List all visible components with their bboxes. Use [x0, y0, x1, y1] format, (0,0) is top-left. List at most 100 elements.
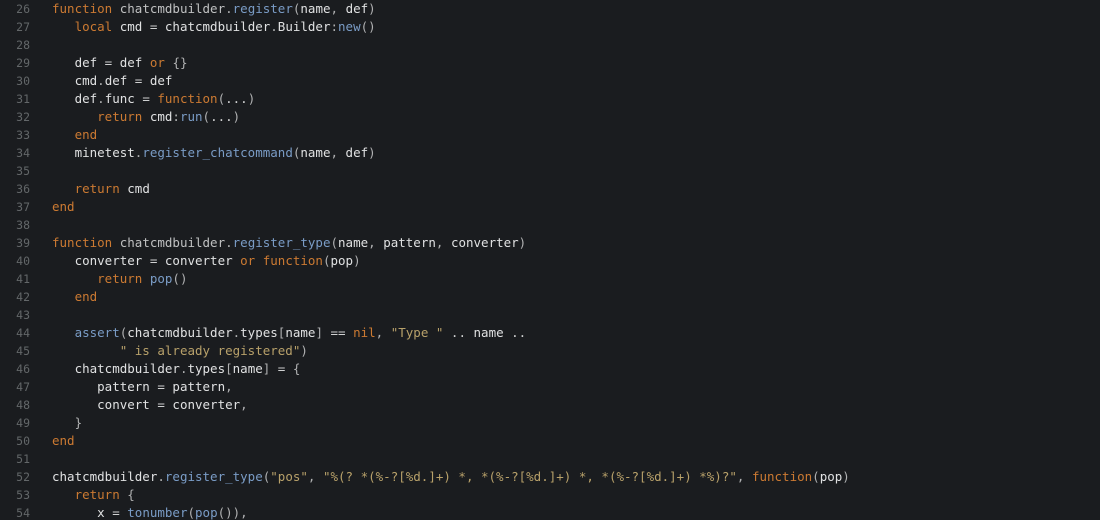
- code-token: [52, 181, 75, 196]
- code-token: def: [120, 55, 143, 70]
- line-number: 38: [0, 216, 40, 234]
- code-token: :: [172, 109, 180, 124]
- code-token: ),: [233, 505, 248, 520]
- code-line[interactable]: function chatcmdbuilder.register_type(na…: [52, 234, 1100, 252]
- line-number: 29: [0, 54, 40, 72]
- code-token: [: [225, 361, 233, 376]
- code-token: return: [97, 109, 142, 124]
- code-token: ..: [504, 325, 527, 340]
- code-token: function: [52, 235, 112, 250]
- code-line[interactable]: def.func = function(...): [52, 90, 1100, 108]
- code-line[interactable]: local cmd = chatcmdbuilder.Builder:new(): [52, 18, 1100, 36]
- code-line[interactable]: end: [52, 288, 1100, 306]
- code-token: pattern: [172, 379, 225, 394]
- code-line[interactable]: [52, 162, 1100, 180]
- code-line[interactable]: convert = converter,: [52, 396, 1100, 414]
- code-token: ==: [323, 325, 353, 340]
- code-token: name: [285, 325, 315, 340]
- code-token: (: [187, 505, 195, 520]
- code-line[interactable]: chatcmdbuilder.types[name] = {: [52, 360, 1100, 378]
- code-token: [112, 19, 120, 34]
- code-token: register_chatcommand: [142, 145, 293, 160]
- code-token: " is already registered": [120, 343, 301, 358]
- code-line[interactable]: return cmd: [52, 180, 1100, 198]
- code-token: [52, 109, 97, 124]
- code-token: function: [52, 1, 112, 16]
- code-token: local: [75, 19, 113, 34]
- code-line[interactable]: cmd.def = def: [52, 72, 1100, 90]
- code-line[interactable]: converter = converter or function(pop): [52, 252, 1100, 270]
- line-number: 51: [0, 450, 40, 468]
- code-token: name: [300, 1, 330, 16]
- code-token: ,: [308, 469, 323, 484]
- line-number: 49: [0, 414, 40, 432]
- line-number: 35: [0, 162, 40, 180]
- code-token: pop: [331, 253, 354, 268]
- code-token: ): [353, 253, 361, 268]
- code-token: =: [150, 379, 173, 394]
- code-token: def: [75, 91, 98, 106]
- code-token: (): [218, 505, 233, 520]
- code-line[interactable]: chatcmdbuilder.register_type("pos", "%(?…: [52, 468, 1100, 486]
- code-token: return: [75, 181, 120, 196]
- code-token: [52, 343, 120, 358]
- code-line[interactable]: " is already registered"): [52, 342, 1100, 360]
- code-token: [142, 109, 150, 124]
- code-token: ): [248, 91, 256, 106]
- code-line[interactable]: end: [52, 432, 1100, 450]
- code-token: converter: [165, 253, 233, 268]
- code-token: cmd: [120, 19, 143, 34]
- code-line[interactable]: pattern = pattern,: [52, 378, 1100, 396]
- code-line[interactable]: end: [52, 198, 1100, 216]
- code-token: pop: [820, 469, 843, 484]
- code-line[interactable]: }: [52, 414, 1100, 432]
- code-line[interactable]: end: [52, 126, 1100, 144]
- code-line[interactable]: assert(chatcmdbuilder.types[name] == nil…: [52, 324, 1100, 342]
- code-token: pop: [195, 505, 218, 520]
- code-token: ): [233, 109, 241, 124]
- code-token: function: [157, 91, 217, 106]
- code-line[interactable]: function chatcmdbuilder.register(name, d…: [52, 0, 1100, 18]
- line-number: 36: [0, 180, 40, 198]
- code-line[interactable]: return cmd:run(...): [52, 108, 1100, 126]
- line-number: 37: [0, 198, 40, 216]
- code-token: [52, 415, 75, 430]
- code-line[interactable]: x = tonumber(pop()),: [52, 504, 1100, 520]
- line-number: 26: [0, 0, 40, 18]
- code-line[interactable]: [52, 36, 1100, 54]
- code-token: tonumber: [127, 505, 187, 520]
- code-token: pattern: [383, 235, 436, 250]
- line-number: 45: [0, 342, 40, 360]
- code-token: nil: [353, 325, 376, 340]
- code-token: assert: [75, 325, 120, 340]
- code-token: [52, 271, 97, 286]
- line-number: 50: [0, 432, 40, 450]
- code-token: =: [270, 361, 293, 376]
- code-token: ...: [225, 91, 248, 106]
- code-line[interactable]: def = def or {}: [52, 54, 1100, 72]
- code-token: new: [338, 19, 361, 34]
- code-token: (: [812, 469, 820, 484]
- code-line[interactable]: [52, 450, 1100, 468]
- code-token: =: [142, 19, 165, 34]
- code-token: chatcmdbuilder: [112, 235, 225, 250]
- code-token: [52, 145, 75, 160]
- code-token: function: [263, 253, 323, 268]
- code-line[interactable]: [52, 216, 1100, 234]
- code-line[interactable]: return {: [52, 486, 1100, 504]
- code-token: ..: [443, 325, 473, 340]
- line-number: 54: [0, 504, 40, 520]
- code-line[interactable]: [52, 306, 1100, 324]
- code-token: ,: [331, 1, 346, 16]
- code-token: name: [474, 325, 504, 340]
- line-number: 30: [0, 72, 40, 90]
- code-token: [52, 379, 97, 394]
- code-area[interactable]: function chatcmdbuilder.register(name, d…: [40, 0, 1100, 520]
- code-line[interactable]: return pop(): [52, 270, 1100, 288]
- code-line[interactable]: minetest.register_chatcommand(name, def): [52, 144, 1100, 162]
- code-editor[interactable]: 2627282930313233343536373839404142434445…: [0, 0, 1100, 520]
- line-number: 52: [0, 468, 40, 486]
- code-token: {}: [172, 55, 187, 70]
- code-token: [52, 253, 75, 268]
- code-token: [52, 487, 75, 502]
